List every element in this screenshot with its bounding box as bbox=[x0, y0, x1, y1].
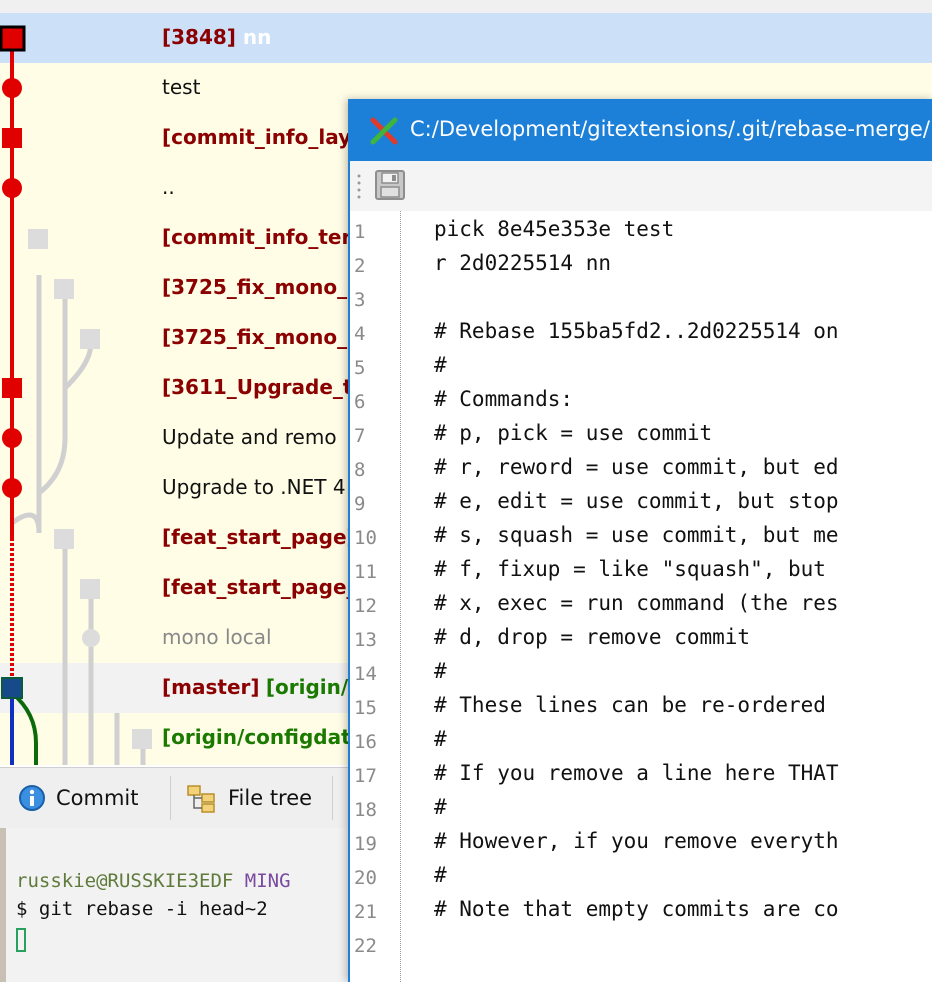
graph-node-grey bbox=[54, 279, 74, 299]
code-line: # These lines can be re-ordered bbox=[434, 693, 826, 717]
graph-node-grey bbox=[80, 579, 100, 599]
tab-divider bbox=[170, 776, 171, 820]
console-panel[interactable]: russkie@RUSSKIE3EDF MING $ git rebase -i… bbox=[0, 828, 350, 982]
graph-node-grey-circle bbox=[82, 629, 100, 647]
console-prompt-user: russkie@RUSSKIE3EDF bbox=[16, 870, 234, 892]
console-prompt-line: russkie@RUSSKIE3EDF MING bbox=[16, 870, 291, 892]
tab-file-tree-label: File tree bbox=[228, 786, 313, 810]
line-number: 3 bbox=[354, 289, 366, 311]
line-number-gutter: 1 2 3 4 5 6 7 8 9 10 11 12 13 14 15 16 17 18 19 20 21 22 bbox=[350, 211, 401, 982]
code-line: # bbox=[434, 727, 447, 751]
code-line: pick 8e45e353e test bbox=[434, 217, 675, 241]
code-line: # f, fixup = like "squash", but bbox=[434, 557, 826, 581]
line-number: 9 bbox=[354, 493, 366, 515]
rebase-editor-window[interactable]: C:/Development/gitextensions/.git/rebase… bbox=[348, 99, 932, 982]
line-number: 19 bbox=[354, 833, 377, 855]
save-icon[interactable] bbox=[374, 169, 406, 201]
code-line: # Rebase 155ba5fd2..2d0225514 on bbox=[434, 319, 839, 343]
line-number: 18 bbox=[354, 799, 377, 821]
graph-lane-grey-2 bbox=[37, 288, 68, 495]
code-line: # d, drop = remove commit bbox=[434, 625, 751, 649]
line-number: 11 bbox=[354, 561, 377, 583]
detail-tabs: Commit File tree bbox=[0, 767, 350, 829]
console-cursor bbox=[16, 928, 26, 952]
graph-node-red bbox=[2, 478, 22, 498]
code-line: # Note that empty commits are co bbox=[434, 897, 839, 921]
tab-commit[interactable]: Commit bbox=[18, 776, 139, 820]
code-line: # Commands: bbox=[434, 387, 574, 411]
code-line: # bbox=[434, 353, 447, 377]
code-line: # x, exec = run command (the res bbox=[434, 591, 839, 615]
line-number: 1 bbox=[354, 221, 366, 243]
line-number: 12 bbox=[354, 595, 377, 617]
code-line: # bbox=[434, 795, 447, 819]
line-number: 16 bbox=[354, 731, 377, 753]
line-number: 8 bbox=[354, 459, 366, 481]
line-number: 4 bbox=[354, 323, 366, 345]
code-line: # However, if you remove everyth bbox=[434, 829, 839, 853]
code-line: # If you remove a line here THAT bbox=[434, 761, 839, 785]
graph-node-red-square bbox=[2, 128, 22, 148]
code-line: # s, squash = use commit, but me bbox=[434, 523, 839, 547]
line-number: 17 bbox=[354, 765, 377, 787]
graph-node-red bbox=[2, 78, 22, 98]
line-number: 20 bbox=[354, 867, 377, 889]
console-command: $ git rebase -i head~2 bbox=[16, 898, 268, 920]
graph-node-grey bbox=[80, 329, 100, 349]
code-line: # bbox=[434, 863, 447, 887]
graph-node-selected bbox=[0, 25, 26, 52]
graph-node-grey bbox=[132, 729, 152, 749]
code-line: # p, pick = use commit bbox=[434, 421, 713, 445]
console-prompt-env: MING bbox=[233, 870, 291, 892]
graph-node-red bbox=[2, 178, 22, 198]
graph-node-red-square bbox=[2, 378, 22, 398]
graph-node-red bbox=[2, 428, 22, 448]
git-extensions-icon bbox=[370, 117, 398, 145]
graph-lane-green bbox=[10, 691, 38, 765]
code-line: # e, edit = use commit, but stop bbox=[434, 489, 839, 513]
line-number: 6 bbox=[354, 391, 366, 413]
tab-commit-label: Commit bbox=[56, 786, 139, 810]
code-line: r 2d0225514 nn bbox=[434, 251, 612, 275]
line-number: 14 bbox=[354, 663, 377, 685]
line-number: 15 bbox=[354, 697, 377, 719]
line-number: 5 bbox=[354, 357, 366, 379]
code-line: # bbox=[434, 659, 447, 683]
line-number: 13 bbox=[354, 629, 377, 651]
graph-node-grey bbox=[54, 529, 74, 549]
code-line: # r, reword = use commit, but ed bbox=[434, 455, 839, 479]
graph-node-grey bbox=[28, 229, 48, 249]
tab-file-tree[interactable]: File tree bbox=[186, 776, 312, 820]
line-number: 2 bbox=[354, 255, 366, 277]
line-number: 10 bbox=[354, 527, 377, 549]
tab-divider bbox=[332, 776, 333, 820]
editor-title: C:/Development/gitextensions/.git/rebase… bbox=[410, 117, 930, 141]
editor-toolbar bbox=[350, 161, 932, 211]
editor-titlebar[interactable]: C:/Development/gitextensions/.git/rebase… bbox=[350, 99, 932, 161]
console-surface[interactable]: russkie@RUSSKIE3EDF MING $ git rebase -i… bbox=[6, 828, 350, 982]
file-tree-icon bbox=[187, 785, 215, 813]
info-icon bbox=[19, 785, 45, 811]
line-number: 7 bbox=[354, 425, 366, 447]
graph-node-head bbox=[1, 677, 23, 699]
line-number: 21 bbox=[354, 901, 377, 923]
revision-graph bbox=[0, 25, 152, 765]
toolbar-grip-icon[interactable] bbox=[356, 173, 362, 199]
line-number: 22 bbox=[354, 935, 377, 957]
